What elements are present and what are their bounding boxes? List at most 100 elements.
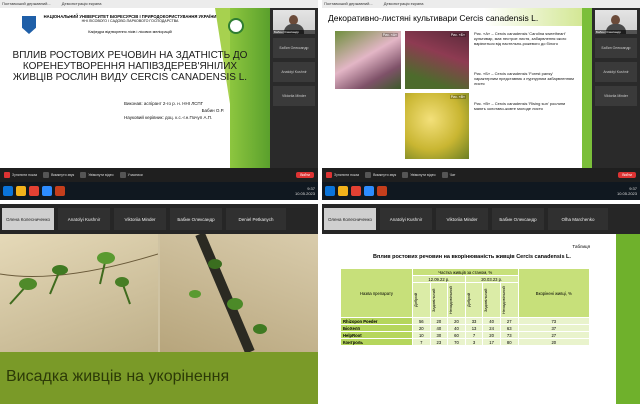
participant-tile[interactable]: Anatolyi Kushnir <box>58 208 110 230</box>
photo-label: Рис. «Б» <box>449 33 466 37</box>
slide-accent-bar <box>582 8 592 168</box>
table-row: HelpRoot 10 30 60 7 20 73 27 <box>339 331 591 339</box>
col-rooted-header: Вкорінені живці, % <box>517 268 591 318</box>
stop-share-button[interactable]: Зупинити показ <box>4 172 37 178</box>
participant-tile[interactable]: Viktoriia Minder <box>114 208 166 230</box>
quadrant-title-slide: Полтавський державний... Демонстрація ек… <box>0 0 318 200</box>
explorer-icon[interactable] <box>16 186 26 196</box>
rooting-table: Назва препарату Частка живців за станом,… <box>339 268 591 346</box>
mute-button[interactable]: Вимкнути звук <box>43 172 74 178</box>
table-row: БіоХелп 20 40 40 13 24 63 37 <box>339 324 591 332</box>
participant-tile[interactable]: Olha Marchenko <box>548 208 608 230</box>
performer-name: Бабин О.Р. <box>201 108 224 113</box>
participant-video[interactable]: Олена Колесниченко <box>2 208 54 230</box>
video-button[interactable]: Увімкнути відео <box>80 172 114 178</box>
meeting-topbar: Полтавський державний... Демонстрація ек… <box>0 0 318 8</box>
seedlings-row-illustration <box>189 232 267 354</box>
subheader: Задовільний <box>430 288 436 312</box>
mic-icon <box>365 172 372 178</box>
institute-logo-icon <box>228 18 244 34</box>
quadrant-table-slide: Олена Колесниченко Anatolyi Kushnir Vikt… <box>322 204 640 404</box>
leave-button[interactable]: Вийти <box>296 172 314 178</box>
subheader: Добрий <box>413 293 419 307</box>
subheader: Незадовільний <box>500 286 506 314</box>
participant-tile[interactable]: Anatolyi Kushnir <box>273 62 315 82</box>
caption-c: Рис. «В» – Cercis canadensis 'Rising sun… <box>474 101 566 111</box>
photo-cuttings-right <box>160 232 318 354</box>
video-button[interactable]: Увімкнути відео <box>402 172 436 178</box>
participant-tile[interactable]: Deniel Petkanych <box>226 208 286 230</box>
slide-title: Декоративно-листяні культивари Cercis ca… <box>328 13 539 23</box>
browser-icon[interactable] <box>29 186 39 196</box>
taskbar-clock[interactable]: 9:37 10.05.2023 <box>295 186 315 196</box>
zoom-icon[interactable] <box>42 186 52 196</box>
participants-button[interactable]: Учасники <box>119 172 143 178</box>
col-share-header: Частка живців за станом, % <box>412 268 519 276</box>
participant-tile[interactable]: Viktoriia Minder <box>436 208 488 230</box>
planting-slide: Висадка живців на укорінення <box>0 232 318 404</box>
participant-tile[interactable]: Бабин Олександр <box>170 208 222 230</box>
participant-tile[interactable]: Viktoriia Minder <box>273 86 315 106</box>
participant-video[interactable]: Бабин Олександр <box>595 10 637 34</box>
author-info: Виконав: аспірант 2-го р. н. ННІ ЛСПГ Ба… <box>124 100 264 121</box>
supervisor-text: Науковий керівник: доц. к.с.-г.н.Почуп А… <box>124 115 213 120</box>
taskbar-clock[interactable]: 9:37 10.05.2023 <box>617 186 637 196</box>
participant-strip: Олена Колесниченко Anatolyi Kushnir Vikt… <box>0 204 318 234</box>
powerpoint-icon[interactable] <box>377 186 387 196</box>
start-icon[interactable] <box>3 186 13 196</box>
participant-name: Бабин Олександр <box>273 30 315 34</box>
participant-video[interactable]: Олена Колесниченко <box>324 208 376 230</box>
chat-button[interactable]: Чат <box>441 172 455 178</box>
participant-tile[interactable]: Бабин Олександр <box>595 38 637 58</box>
university-logo-icon <box>22 16 36 34</box>
shared-screen: Декоративно-листяні культивари Cercis ca… <box>322 8 592 168</box>
quadrant-cultivars-slide: Полтавський державний... Демонстрація ек… <box>322 0 640 200</box>
leave-button[interactable]: Вийти <box>618 172 636 178</box>
share-indicator[interactable]: Демонстрація екрана <box>384 1 424 6</box>
university-name: НАЦІОНАЛЬНИЙ УНІВЕРСИТЕТ БІОРЕСУРСІВ І П… <box>40 14 220 24</box>
participant-tile[interactable]: Бабин Олександр <box>273 38 315 58</box>
photo-a: Рис. «А» <box>334 30 402 90</box>
quadrant-planting-slide: Олена Колесниченко Anatolyi Kushnir Vikt… <box>0 204 318 404</box>
photo-cuttings-left <box>0 234 159 352</box>
col-name-header: Назва препарату <box>339 268 414 318</box>
institute-text: ННІ ЛІСОВОГО І САДОВО-ПАРКОВОГО ГОСПОДАР… <box>81 19 179 23</box>
chat-icon <box>441 172 448 178</box>
screenshot-grid: Полтавський державний... Демонстрація ек… <box>0 0 640 404</box>
powerpoint-icon[interactable] <box>55 186 65 196</box>
caption-b: Рис. «Б» – Cercis canadensis 'Forest pan… <box>474 71 574 86</box>
slide-title-band: Висадка живців на укорінення <box>0 352 318 404</box>
zoom-icon[interactable] <box>364 186 374 196</box>
explorer-icon[interactable] <box>338 186 348 196</box>
photo-c: Рис. «В» <box>404 92 470 160</box>
seedlings-illustration <box>0 252 159 305</box>
stop-share-button[interactable]: Зупинити показ <box>326 172 359 178</box>
slide-title: Висадка живців на укорінення <box>6 368 230 385</box>
participant-sidebar: Бабин Олександр Бабин Олександр Anatolyi… <box>592 8 640 168</box>
meeting-toolbar: Зупинити показ Вимкнути звук Увімкнути в… <box>322 168 640 182</box>
browser-icon[interactable] <box>351 186 361 196</box>
participant-video[interactable]: Бабин Олександр <box>273 10 315 34</box>
mic-icon <box>43 172 50 178</box>
caption-a: Рис. «А» – Cercis canadensis 'Carolina s… <box>474 31 567 46</box>
share-icon <box>4 172 10 178</box>
slide-title: ВПЛИВ РОСТОВИХ РЕЧОВИН НА ЗДАТНІСТЬ ДО К… <box>12 50 248 83</box>
subheader: Добрий <box>465 293 471 307</box>
meeting-name: Полтавський державний... <box>2 1 51 6</box>
share-indicator[interactable]: Демонстрація екрана <box>62 1 102 6</box>
shared-screen: НАЦІОНАЛЬНИЙ УНІВЕРСИТЕТ БІОРЕСУРСІВ І П… <box>0 8 270 168</box>
share-icon <box>326 172 332 178</box>
meeting-topbar: Полтавський державний... Демонстрація ек… <box>322 0 640 8</box>
table-row: Контроль 7 23 70 3 17 80 20 <box>339 338 591 346</box>
photo-b: Рис. «Б» <box>404 30 470 90</box>
participant-tile[interactable]: Viktoriia Minder <box>595 86 637 106</box>
participant-tile[interactable]: Бабин Олександр <box>492 208 544 230</box>
start-icon[interactable] <box>325 186 335 196</box>
participant-tile[interactable]: Anatolyi Kushnir <box>380 208 432 230</box>
people-icon <box>119 172 126 178</box>
camera-icon <box>402 172 409 178</box>
participant-tile[interactable]: Anatolyi Kushnir <box>595 62 637 82</box>
photo-label: Рис. «А» <box>381 33 398 37</box>
mute-button[interactable]: Вимкнути звук <box>365 172 396 178</box>
date-header: 20.03.23 р. <box>464 275 519 283</box>
